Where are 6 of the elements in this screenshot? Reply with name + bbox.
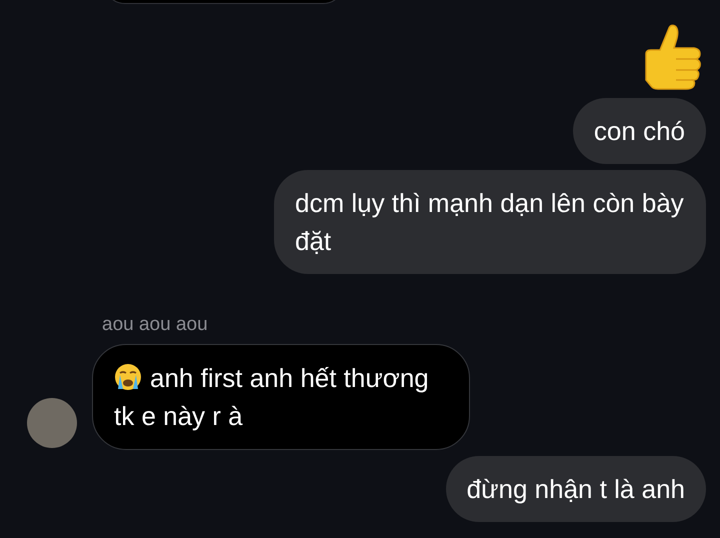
message-bubble: anh first anh hết thương tk e này r à <box>92 344 470 450</box>
message-bubble: dcm lụy thì mạnh dạn lên còn bày đặt <box>274 170 706 274</box>
avatar <box>27 398 77 448</box>
sender-name: aou aou aou <box>102 314 209 336</box>
message-bubble: đừng nhận t là anh <box>446 456 706 522</box>
message-bubble: con chó <box>572 98 706 164</box>
